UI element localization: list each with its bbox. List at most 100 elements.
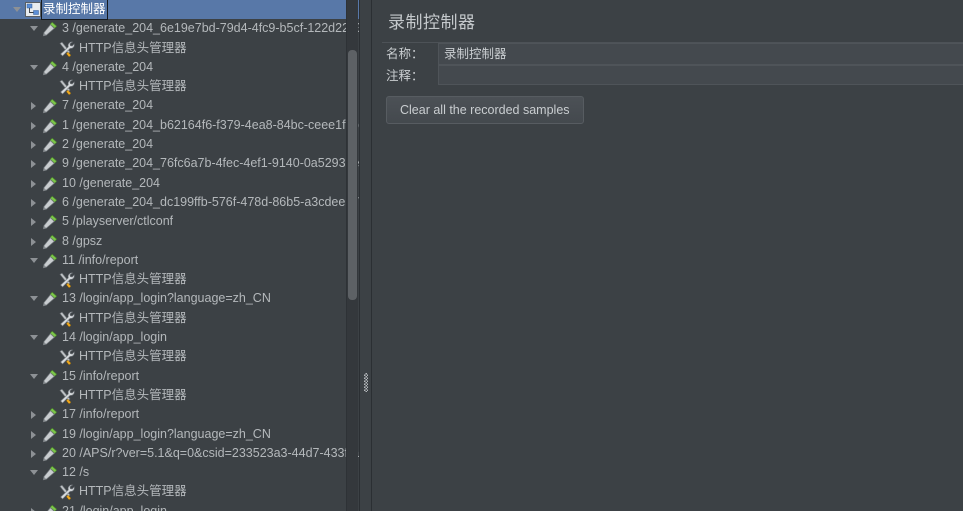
collapse-arrow-icon[interactable]	[29, 463, 41, 482]
expand-arrow-icon[interactable]	[29, 116, 41, 135]
clear-recorded-samples-button[interactable]: Clear all the recorded samples	[386, 96, 584, 124]
page-title: 录制控制器	[388, 13, 476, 32]
tree-row[interactable]: HTTP信息头管理器	[0, 309, 359, 328]
tree-viewport[interactable]: 录制控制器 3 /generate_204_6e19e7bd-79d4-4fc9-…	[0, 0, 359, 511]
http-sampler-icon	[41, 174, 59, 193]
collapse-arrow-icon[interactable]	[29, 367, 41, 386]
tree-row[interactable]: 录制控制器	[0, 0, 359, 21]
tree-row-label: 6 /generate_204_dc199ffb-576f-478d-86b5-…	[62, 194, 359, 209]
expand-arrow-icon[interactable]	[29, 212, 41, 231]
tree-row-label: 11 /info/report	[62, 252, 139, 267]
comment-row: 注释：	[382, 65, 963, 87]
tree-row[interactable]: 7 /generate_204	[0, 96, 359, 115]
tree-row[interactable]: 12 /s	[0, 463, 359, 482]
expand-arrow-icon[interactable]	[29, 444, 41, 463]
tree-row[interactable]: 11 /info/report	[0, 251, 359, 270]
tree-row[interactable]: HTTP信息头管理器	[0, 39, 359, 58]
tree-row[interactable]: 8 /gpsz	[0, 232, 359, 251]
expand-arrow-icon[interactable]	[29, 502, 41, 511]
header-manager-icon	[58, 482, 76, 501]
tree-row[interactable]: 6 /generate_204_dc199ffb-576f-478d-86b5-…	[0, 193, 359, 212]
expand-arrow-icon[interactable]	[29, 193, 41, 212]
tree-row[interactable]: HTTP信息头管理器	[0, 270, 359, 289]
tree-row-label: HTTP信息头管理器	[79, 272, 187, 287]
element-properties-form: 名称： 注释：	[382, 42, 963, 87]
collapse-arrow-icon[interactable]	[29, 251, 41, 270]
http-sampler-icon	[41, 367, 59, 386]
tree-row-label: 15 /info/report	[62, 368, 140, 383]
collapse-arrow-icon[interactable]	[29, 289, 41, 308]
tree-row[interactable]: 15 /info/report	[0, 367, 359, 386]
tree-row-label: 录制控制器	[41, 0, 108, 21]
tree-row[interactable]: 5 /playserver/ctlconf	[0, 212, 359, 231]
element-editor-panel: 录制控制器 名称： 注释： Clear all the recorded sam…	[372, 0, 963, 511]
tree-vertical-scrollbar[interactable]	[346, 0, 358, 511]
collapse-arrow-icon[interactable]	[29, 328, 41, 347]
expand-arrow-icon[interactable]	[29, 154, 41, 173]
tree-row-label: 10 /generate_204	[62, 175, 161, 190]
http-sampler-icon	[41, 405, 59, 424]
collapse-arrow-icon[interactable]	[12, 0, 24, 19]
tree-row[interactable]: 13 /login/app_login?language=zh_CN	[0, 289, 359, 308]
http-sampler-icon	[41, 463, 59, 482]
expand-arrow-icon[interactable]	[29, 174, 41, 193]
name-input[interactable]	[438, 43, 963, 65]
tree-row[interactable]: HTTP信息头管理器	[0, 482, 359, 501]
tree-row-label: HTTP信息头管理器	[79, 40, 187, 55]
tree-row[interactable]: 20 /APS/r?ver=5.1&q=0&csid=233523a3-44d7…	[0, 444, 359, 463]
tree-row-label: HTTP信息头管理器	[79, 79, 187, 94]
header-manager-icon	[58, 270, 76, 289]
jmeter-window: 录制控制器 3 /generate_204_6e19e7bd-79d4-4fc9-…	[0, 0, 963, 511]
expand-arrow-icon[interactable]	[29, 405, 41, 424]
tree-row[interactable]: 2 /generate_204	[0, 135, 359, 154]
tree-scrollbar-thumb[interactable]	[348, 50, 357, 301]
tree-row-label: 14 /login/app_login	[62, 330, 167, 345]
tree-row-label: 20 /APS/r?ver=5.1&q=0&csid=233523a3-44d7…	[62, 445, 359, 460]
tree-row[interactable]: 4 /generate_204	[0, 58, 359, 77]
http-sampler-icon	[41, 444, 59, 463]
header-manager-icon	[58, 39, 76, 58]
collapse-arrow-icon[interactable]	[29, 58, 41, 77]
tree-row[interactable]: 9 /generate_204_76fc6a7b-4fec-4ef1-9140-…	[0, 154, 359, 173]
http-sampler-icon	[41, 328, 59, 347]
tree-row-label: 21 /login/app_login	[62, 503, 167, 511]
http-sampler-icon	[41, 232, 59, 251]
http-sampler-icon	[41, 154, 59, 173]
expand-arrow-icon[interactable]	[29, 232, 41, 251]
tree-row[interactable]: 17 /info/report	[0, 405, 359, 424]
http-sampler-icon	[41, 135, 59, 154]
tree-row[interactable]: 14 /login/app_login	[0, 328, 359, 347]
http-sampler-icon	[41, 96, 59, 115]
expand-arrow-icon[interactable]	[29, 96, 41, 115]
panel-splitter[interactable]	[359, 0, 371, 511]
http-sampler-icon	[41, 58, 59, 77]
recording-controller-icon	[24, 0, 42, 19]
tree-row-label: 3 /generate_204_6e19e7bd-79d4-4fc9-b5cf-…	[62, 21, 359, 36]
comment-label: 注释：	[386, 69, 424, 83]
expand-arrow-icon[interactable]	[29, 425, 41, 444]
actions-area: Clear all the recorded samples	[386, 96, 963, 124]
http-sampler-icon	[41, 116, 59, 135]
http-sampler-icon	[41, 251, 59, 270]
tree-row-label: 7 /generate_204	[62, 98, 154, 113]
expand-arrow-icon[interactable]	[29, 135, 41, 154]
tree-row[interactable]: 21 /login/app_login	[0, 502, 359, 511]
tree-row[interactable]: HTTP信息头管理器	[0, 77, 359, 96]
http-sampler-icon	[41, 502, 59, 511]
splitter-grip-icon[interactable]	[364, 373, 368, 392]
tree-row[interactable]: 1 /generate_204_b62164f6-f379-4ea8-84bc-…	[0, 116, 359, 135]
header-manager-icon	[58, 386, 76, 405]
comment-input[interactable]	[438, 65, 963, 85]
tree-row-label: HTTP信息头管理器	[79, 349, 187, 364]
tree-row[interactable]: 19 /login/app_login?language=zh_CN	[0, 425, 359, 444]
http-sampler-icon	[41, 193, 59, 212]
tree-row[interactable]: HTTP信息头管理器	[0, 347, 359, 366]
tree-row[interactable]: 3 /generate_204_6e19e7bd-79d4-4fc9-b5cf-…	[0, 19, 359, 38]
collapse-arrow-icon[interactable]	[29, 19, 41, 38]
tree-row-label: 19 /login/app_login?language=zh_CN	[62, 426, 271, 441]
tree-row[interactable]: 10 /generate_204	[0, 174, 359, 193]
tree-row[interactable]: HTTP信息头管理器	[0, 386, 359, 405]
